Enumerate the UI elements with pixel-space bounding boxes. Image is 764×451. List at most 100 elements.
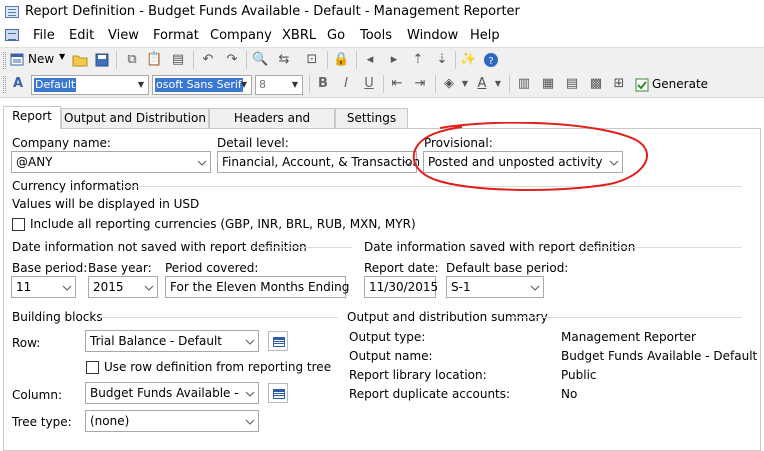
align-left-icon[interactable]: ▥ [516,76,532,92]
replace-icon[interactable]: ⇆ [276,52,292,68]
company-name-value: @ANY [16,155,53,169]
detail-level-value: Financial, Account, & Transaction [222,155,421,169]
standard-toolbar: New ▼ ⧉ 📋 ▤ ↶ ↷ 🔍 ⇆ ⊡ 🔒 ◂ ▸ ⇡ ⇣ ✨ ? [0,47,764,72]
save-icon[interactable] [94,52,110,68]
report-document-icon[interactable] [5,29,19,41]
output-name-value: Budget Funds Available - Default [561,349,758,363]
align-right-icon[interactable]: ▤ [564,76,580,92]
period-covered-input[interactable]: For the Eleven Months Ending [165,276,349,298]
base-year-label: Base year: [88,261,152,275]
menu-view[interactable]: View [108,28,139,43]
tab-headers-and-footers[interactable]: Headers and Footers [209,108,335,143]
provisional-select[interactable]: Posted and unposted activity [423,151,623,173]
back-icon[interactable]: ◂ [362,52,378,68]
underline-button[interactable]: U [361,76,377,92]
align-center-icon[interactable]: ▦ [540,76,556,92]
tab-report[interactable]: Report [3,106,61,129]
menu-help[interactable]: Help [470,28,500,43]
base-year-value: 2015 [93,280,124,294]
menu-company[interactable]: Company [210,28,272,43]
tab-output-and-distribution[interactable]: Output and Distribution [61,108,209,128]
table-icon[interactable]: ▩ [588,76,604,92]
report-library-location-value: Public [561,368,597,382]
building-blocks-heading: Building blocks [12,310,103,324]
base-period-select[interactable]: 11 [11,276,76,298]
period-covered-label: Period covered: [165,261,259,275]
chevron-down-icon [530,285,540,291]
style-value: Default [34,78,77,92]
move-up-icon[interactable]: ⇡ [410,52,426,68]
redo-icon[interactable]: ↷ [224,52,240,68]
tree-type-value: (none) [90,414,130,428]
toolbar-grip[interactable] [3,76,6,93]
company-name-label: Company name: [12,136,111,150]
fill-color-icon[interactable]: ◈ [441,76,457,92]
menu-go[interactable]: Go [327,28,345,43]
tab-settings[interactable]: Settings [335,108,408,128]
generate-icon [635,78,649,92]
row-definition-browse-button[interactable] [268,331,288,351]
find-next-icon[interactable]: ⊡ [304,52,320,68]
font-color-icon[interactable]: A [474,76,490,92]
insert-row-icon[interactable]: ⊞ [611,76,627,92]
detail-level-label: Detail level: [217,136,289,150]
menu-file[interactable]: File [33,28,55,43]
font-size-combo[interactable]: 8 ▼ [255,75,303,95]
report-date-value: 11/30/2015 [369,280,439,294]
base-period-label: Base period: [12,261,88,275]
menu-xbrl[interactable]: XBRL [282,28,316,43]
column-definition-browse-button[interactable] [268,383,288,403]
chevron-down-icon [245,419,255,425]
svg-text:?: ? [488,56,493,67]
open-icon[interactable] [72,52,88,68]
wizard-icon[interactable]: ✨ [460,52,476,68]
forward-icon[interactable]: ▸ [386,52,402,68]
provisional-label: Provisional: [424,136,493,150]
help-icon[interactable]: ? [483,52,499,68]
menu-window[interactable]: Window [407,28,458,43]
row-definition-select[interactable]: Trial Balance - Default [85,330,259,352]
default-base-period-select[interactable]: S-1 [446,276,544,298]
outdent-icon[interactable]: ⇤ [389,76,405,92]
font-color-dropdown-icon[interactable]: ▼ [490,76,506,92]
toolbar-grip[interactable] [3,52,6,69]
move-down-icon[interactable]: ⇣ [434,52,450,68]
window-title: Report Definition - Budget Funds Availab… [25,4,520,19]
style-icon[interactable]: A [10,76,26,92]
chevron-down-icon [197,160,207,166]
copy-icon[interactable]: ⧉ [124,52,140,68]
indent-icon[interactable]: ⇥ [412,76,428,92]
chevron-down-icon [62,285,72,291]
use-row-definition-checkbox[interactable] [86,361,99,374]
base-year-select[interactable]: 2015 [88,276,158,298]
paste-special-icon[interactable]: ▤ [170,52,186,68]
report-date-input[interactable]: 11/30/2015 [364,276,439,298]
column-label: Column: [12,388,62,402]
chevron-down-icon [245,339,255,345]
font-combo[interactable]: osoft Sans Serif ▼ [152,75,252,95]
menu-format[interactable]: Format [153,28,199,43]
new-dropdown-arrow[interactable]: ▼ [59,52,65,61]
menu-tools[interactable]: Tools [360,28,392,43]
include-currencies-checkbox[interactable] [12,218,25,231]
detail-level-select[interactable]: Financial, Account, & Transaction [217,151,421,173]
paste-icon[interactable]: 📋 [146,52,162,68]
style-combo[interactable]: Default ▼ [31,75,149,95]
italic-button[interactable]: I [338,76,354,92]
fill-color-dropdown-icon[interactable]: ▼ [457,76,473,92]
new-icon [10,53,24,66]
menu-edit[interactable]: Edit [69,28,94,43]
format-toolbar: A Default ▼ osoft Sans Serif ▼ 8 ▼ B I U… [0,72,764,98]
column-definition-select[interactable]: Budget Funds Available - Defau [85,382,259,404]
new-button[interactable]: New ▼ [9,51,67,70]
undo-icon[interactable]: ↶ [200,52,216,68]
row-label: Row: [12,336,41,350]
column-definition-value: Budget Funds Available - Defau [90,386,240,400]
lock-icon[interactable]: 🔒 [333,52,349,68]
generate-button[interactable]: Generate [631,75,708,95]
company-name-select[interactable]: @ANY [11,151,211,173]
bold-button[interactable]: B [315,76,331,92]
chevron-down-icon: ▼ [137,80,145,89]
find-icon[interactable]: 🔍 [252,52,268,68]
tree-type-select[interactable]: (none) [85,410,259,432]
